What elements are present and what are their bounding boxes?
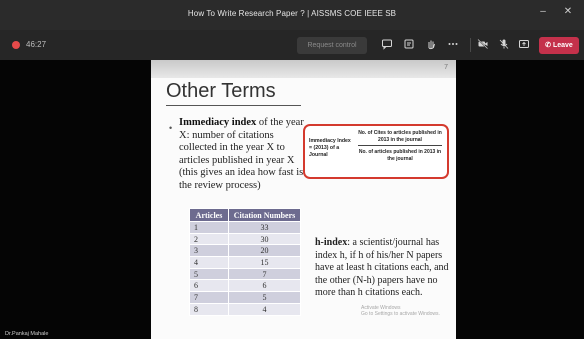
activation-watermark: Activate Windows Go to Settings to activ… bbox=[361, 305, 440, 317]
formula-box: Immediacy Index = (2013) of a Journal No… bbox=[303, 124, 449, 179]
more-icon[interactable] bbox=[446, 38, 460, 52]
speaker-name: Dr.Pankaj Mahale bbox=[5, 331, 49, 337]
reactions-icon[interactable] bbox=[402, 38, 416, 52]
table-cell: 6 bbox=[228, 279, 301, 293]
table-row: 75 bbox=[189, 291, 301, 304]
table-cell: 20 bbox=[228, 244, 301, 258]
table-header: Articles bbox=[189, 208, 229, 222]
table-cell: 4 bbox=[228, 302, 301, 316]
slide-header-band: 7 bbox=[151, 60, 456, 78]
table-row: 4 15 bbox=[189, 256, 301, 269]
title-underline bbox=[166, 105, 301, 106]
minimize-button[interactable]: – bbox=[535, 6, 551, 17]
hindex-paragraph: h-index: a scientist/journal has index h… bbox=[315, 237, 449, 300]
table-cell: 30 bbox=[228, 232, 301, 246]
toolbar-divider bbox=[470, 38, 471, 52]
table-cell: 15 bbox=[228, 256, 301, 269]
table-cell: 5 bbox=[228, 291, 301, 304]
formula-fraction-bar bbox=[358, 145, 442, 146]
window-title: How To Write Research Paper ? | AISSMS C… bbox=[187, 9, 397, 18]
immediacy-paragraph: Immediacy index of the year X: number of… bbox=[179, 117, 311, 193]
table-row: 84 bbox=[189, 302, 301, 316]
table-row: 66 bbox=[189, 279, 301, 293]
table-row: 1 33 bbox=[189, 221, 301, 234]
meeting-timer: 46:27 bbox=[26, 40, 47, 49]
leave-button[interactable]: ✆ Leave bbox=[539, 37, 579, 54]
table-cell: 6 bbox=[189, 279, 229, 293]
chat-icon[interactable] bbox=[380, 38, 394, 52]
request-control-button[interactable]: Request control bbox=[297, 37, 367, 54]
citation-table: Articles Citation Numbers 1 33 2 30 3 20 41… bbox=[189, 208, 301, 316]
table-cell: 4 bbox=[189, 256, 229, 269]
table-cell: 1 bbox=[189, 221, 229, 234]
table-cell: 5 bbox=[189, 267, 229, 281]
table-row: 2 30 bbox=[189, 232, 301, 246]
formula-denominator: No. of articles published in 2013 in the… bbox=[358, 149, 442, 162]
table-header: Citation Numbers bbox=[228, 208, 301, 222]
shared-slide: 7 Other Terms • Immediacy index of the y… bbox=[151, 60, 456, 339]
camera-off-icon[interactable] bbox=[476, 38, 490, 52]
raise-hand-icon[interactable] bbox=[424, 38, 438, 52]
table-cell: 7 bbox=[189, 291, 229, 304]
hindex-term: h-index bbox=[315, 237, 348, 248]
immediacy-term: Immediacy index bbox=[179, 117, 257, 128]
table-header-row: Articles Citation Numbers bbox=[189, 208, 301, 222]
recording-icon bbox=[12, 41, 20, 49]
bullet-icon: • bbox=[169, 123, 173, 133]
slide-number: 7 bbox=[444, 64, 448, 71]
phone-icon: ✆ bbox=[545, 42, 553, 49]
immediacy-text: of the year X: number of citations colle… bbox=[179, 117, 304, 191]
watermark-line: Go to Settings to activate Windows. bbox=[361, 311, 440, 317]
formula-numerator: No. of Cites to articles published in 20… bbox=[358, 130, 442, 143]
mic-off-icon[interactable] bbox=[497, 38, 511, 52]
close-button[interactable]: ✕ bbox=[560, 6, 576, 17]
leave-label: Leave bbox=[552, 42, 573, 49]
table-cell: 2 bbox=[189, 232, 229, 246]
table-cell: 7 bbox=[228, 267, 301, 281]
table-cell: 33 bbox=[228, 221, 301, 234]
slide-title: Other Terms bbox=[166, 80, 276, 102]
window-titlebar: How To Write Research Paper ? | AISSMS C… bbox=[0, 0, 584, 30]
table-cell: 3 bbox=[189, 244, 229, 258]
share-icon[interactable] bbox=[517, 38, 531, 52]
table-row: 57 bbox=[189, 267, 301, 281]
table-row: 3 20 bbox=[189, 244, 301, 258]
table-cell: 8 bbox=[189, 302, 229, 316]
formula-lhs: Immediacy Index = (2013) of a Journal bbox=[309, 138, 351, 158]
